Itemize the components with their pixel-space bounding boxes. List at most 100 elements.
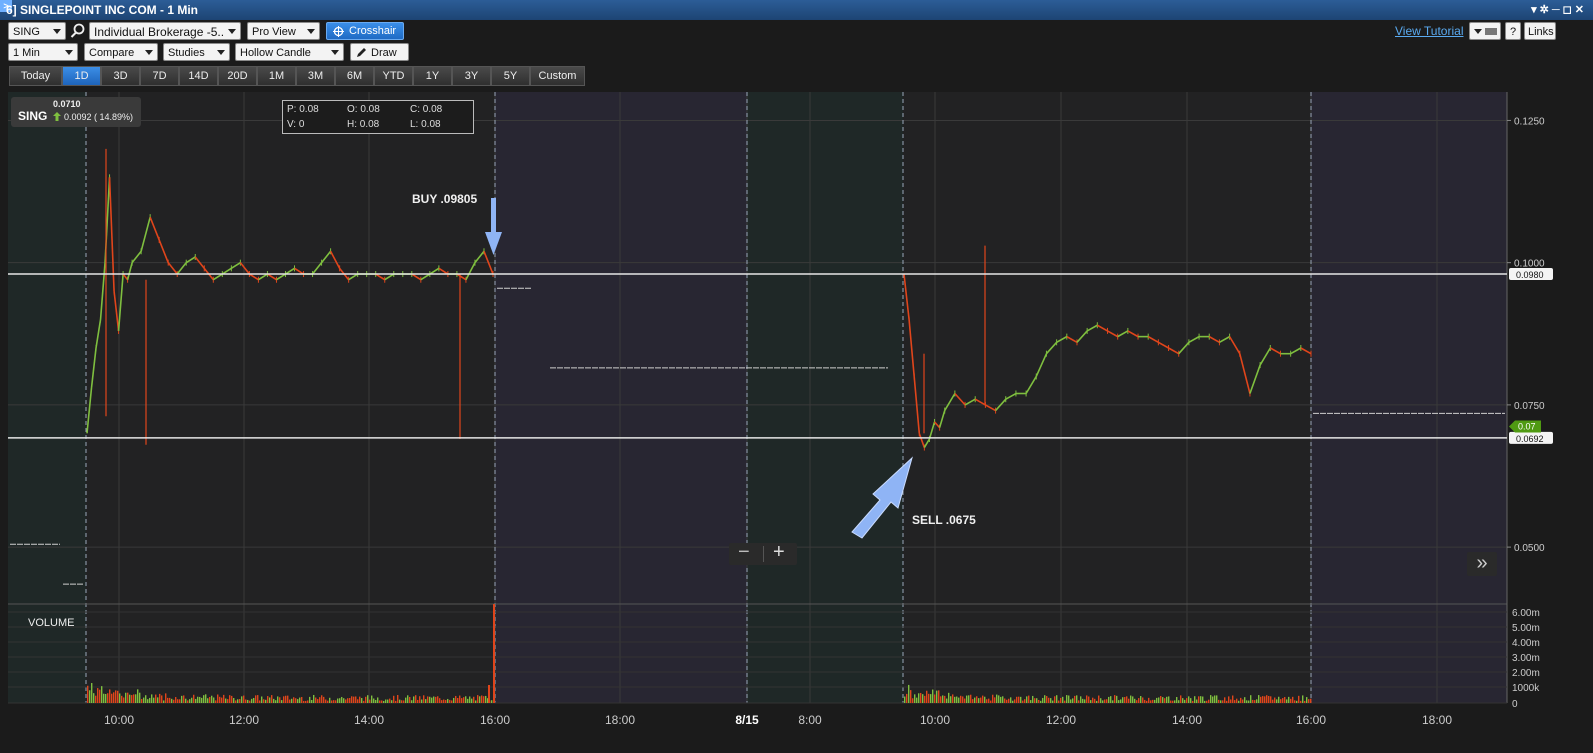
volume-bar <box>247 699 249 703</box>
tab-custom[interactable]: Custom <box>530 66 585 86</box>
volume-bar <box>385 699 387 703</box>
volume-bar <box>413 696 415 703</box>
volume-bar <box>1236 698 1238 703</box>
volume-bar <box>1010 697 1012 703</box>
volume-bar <box>181 695 183 703</box>
chevron-down-icon[interactable] <box>53 29 61 34</box>
x-tick-label: 14:00 <box>354 713 384 727</box>
compare-select[interactable]: Compare <box>84 43 158 61</box>
buy-annotation[interactable]: BUY .09805 <box>412 192 477 206</box>
volume-bar <box>363 700 365 703</box>
volume-bar <box>1242 699 1244 703</box>
tab-5y[interactable]: 5Y <box>491 66 530 86</box>
price-chart[interactable]: 0.0980 0.0692 0.07 0.1250 0.1000 0.0750 0.0500… <box>0 90 1593 753</box>
symbol-value: SING <box>13 26 40 38</box>
volume-bar <box>471 698 473 703</box>
volume-tick-label: 2.00m <box>1512 668 1540 679</box>
volume-bar <box>465 696 467 703</box>
window-title: 6] SINGLEPOINT INC COM - 1 Min <box>6 3 199 17</box>
view-select[interactable]: Pro View <box>247 22 320 40</box>
volume-bar <box>980 697 982 703</box>
volume-bar <box>1026 696 1028 703</box>
volume-bar <box>1298 695 1300 703</box>
volume-bar <box>968 695 970 703</box>
volume-bar <box>488 685 490 703</box>
window-controls[interactable]: ▾✲─◻✕ <box>1531 0 1587 20</box>
chart-type-select[interactable]: Hollow Candle <box>235 43 344 61</box>
volume-bar <box>1254 700 1256 703</box>
links-button[interactable]: Links <box>1524 22 1556 40</box>
chart-settings-menu[interactable] <box>1469 22 1501 40</box>
volume-bar <box>1084 699 1086 703</box>
tab-3y[interactable]: 3Y <box>452 66 491 86</box>
draw-button[interactable]: Draw <box>350 43 409 61</box>
volume-bar <box>1046 696 1048 703</box>
interval-select[interactable]: 1 Min <box>8 43 78 61</box>
volume-bar <box>1076 695 1078 703</box>
search-icon[interactable] <box>70 23 86 39</box>
tab-6m[interactable]: 6M <box>335 66 374 86</box>
tab-20d[interactable]: 20D <box>218 66 257 86</box>
help-button[interactable]: ? <box>1505 22 1521 40</box>
volume-bar <box>1160 696 1162 703</box>
volume-bar <box>281 700 283 703</box>
volume-bar <box>1206 700 1208 703</box>
volume-bar <box>1216 695 1218 703</box>
volume-bar <box>257 695 259 703</box>
volume-bar <box>475 700 477 703</box>
volume-bar <box>1016 696 1018 703</box>
volume-bar <box>1078 700 1080 703</box>
volume-bar <box>964 698 966 703</box>
account-select[interactable]: Individual Brokerage -5.. <box>89 22 241 40</box>
view-tutorial-link[interactable]: View Tutorial <box>1395 24 1463 38</box>
volume-bar <box>369 699 371 703</box>
volume-bar <box>1068 695 1070 703</box>
crosshair-icon <box>333 26 344 37</box>
volume-bar <box>125 692 127 703</box>
volume-bar <box>1094 698 1096 703</box>
volume-bar <box>119 693 121 703</box>
tab-14d[interactable]: 14D <box>179 66 218 86</box>
volume-bar <box>149 697 151 703</box>
chevron-down-icon <box>228 29 236 34</box>
volume-bar <box>249 700 251 703</box>
tab-1d[interactable]: 1D <box>62 66 101 86</box>
volume-bar <box>309 696 311 703</box>
volume-bar <box>1042 697 1044 703</box>
volume-bar <box>103 693 105 703</box>
volume-bar <box>1152 699 1154 703</box>
expand-panel-button[interactable]: » <box>1467 552 1497 576</box>
volume-bar <box>89 690 91 703</box>
volume-bar <box>986 699 988 703</box>
volume-bar <box>1020 696 1022 703</box>
sell-annotation[interactable]: SELL .0675 <box>912 513 976 527</box>
zoom-in-button[interactable]: + <box>773 541 785 564</box>
symbol-input[interactable]: SING <box>8 22 66 40</box>
volume-bar <box>1044 695 1046 703</box>
volume-label: VOLUME <box>28 617 75 629</box>
tab-ytd[interactable]: YTD <box>374 66 413 86</box>
tab-3m[interactable]: 3M <box>296 66 335 86</box>
volume-bar <box>1310 698 1312 703</box>
crosshair-button[interactable]: Crosshair <box>326 22 404 40</box>
tab-1m[interactable]: 1M <box>257 66 296 86</box>
tab-1y[interactable]: 1Y <box>413 66 452 86</box>
volume-bar <box>163 700 165 703</box>
volume-bar <box>405 697 407 703</box>
volume-bar <box>1054 696 1056 703</box>
tab-3d[interactable]: 3D <box>101 66 140 86</box>
volume-bar <box>437 696 439 703</box>
volume-tick-label: 3.00m <box>1512 653 1540 664</box>
volume-bar <box>331 700 333 703</box>
afterhours-shade <box>495 92 747 703</box>
volume-bar <box>233 697 235 703</box>
volume-tick-label: 5.00m <box>1512 623 1540 634</box>
volume-bar <box>393 695 395 703</box>
zoom-out-button[interactable]: − <box>738 541 750 564</box>
x-tick-label: 18:00 <box>605 713 635 727</box>
tab-today[interactable]: Today <box>9 66 62 86</box>
pencil-icon <box>357 48 366 57</box>
volume-bar <box>491 700 493 703</box>
studies-select[interactable]: Studies <box>163 43 230 61</box>
tab-7d[interactable]: 7D <box>140 66 179 86</box>
